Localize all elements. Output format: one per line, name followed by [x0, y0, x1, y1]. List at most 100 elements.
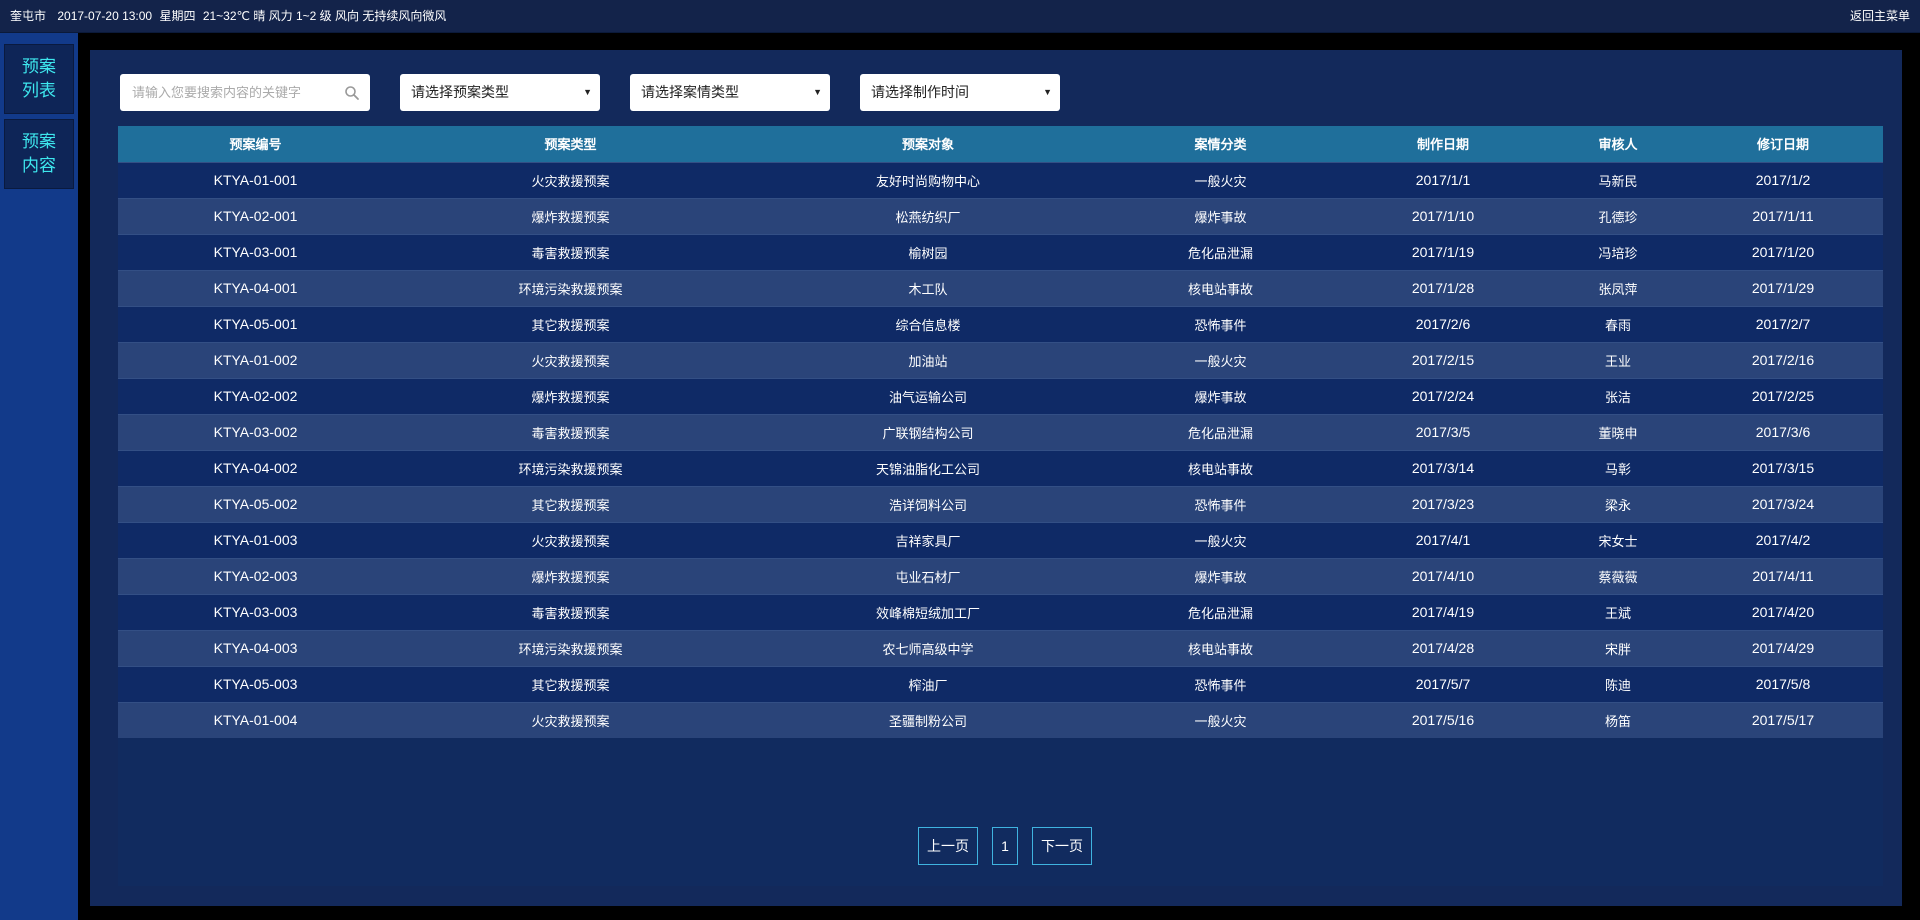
search-input[interactable]: [120, 74, 330, 111]
column-header: 预案编号: [229, 137, 282, 153]
table-cell: 杨笛: [1553, 701, 1683, 738]
table-cell: 2017/1/29: [1683, 269, 1883, 306]
table-cell: KTYA-01-002: [118, 341, 393, 378]
weekday: 星期四: [159, 9, 196, 23]
table-row[interactable]: KTYA-02-002 爆炸救援预案 油气运输公司 爆炸事故 2017/2/24 张洁 20…: [118, 377, 1883, 414]
table-cell: 2017/2/24: [1333, 377, 1553, 414]
city-name: 奎屯市: [10, 9, 47, 23]
table-cell: KTYA-03-003: [118, 593, 393, 630]
page-number-button[interactable]: 1: [992, 827, 1018, 865]
table-cell: 浩详饲料公司: [748, 485, 1108, 522]
table-cell: 董晓申: [1553, 413, 1683, 450]
column-header: 案情分类: [1194, 137, 1247, 153]
table-cell: 2017/5/8: [1683, 665, 1883, 702]
table-cell: 2017/5/17: [1683, 701, 1883, 738]
table-cell: KTYA-02-001: [118, 197, 393, 234]
sidebar-item-plan-content[interactable]: 预案内容: [4, 119, 74, 189]
table-row[interactable]: KTYA-03-001 毒害救援预案 榆树园 危化品泄漏 2017/1/19 冯培珍 201…: [118, 233, 1883, 270]
weather-text: 21~32℃ 晴 风力 1~2 级 风向 无持续风向微风: [202, 9, 447, 23]
table-cell: 一般火灾: [1108, 341, 1333, 378]
table-row[interactable]: KTYA-01-001 火灾救援预案 友好时尚购物中心 一般火灾 2017/1/1 马新民…: [118, 161, 1883, 198]
case-type-select[interactable]: 请选择案情类型 ▼: [630, 74, 830, 111]
table-cell: 恐怖事件: [1108, 305, 1333, 342]
table-row[interactable]: KTYA-04-001 环境污染救援预案 木工队 核电站事故 2017/1/28 张凤萍 2…: [118, 269, 1883, 306]
table-cell: 农七师高级中学: [748, 629, 1108, 666]
plan-table: 预案编号 预案类型 预案对象 案情分类 制作日期 审核人 修订日期 KTYA-01-001 火…: [118, 126, 1883, 738]
table-row[interactable]: KTYA-03-003 毒害救援预案 效峰棉短绒加工厂 危化品泄漏 2017/4/19 王…: [118, 593, 1883, 630]
dropdown-arrow-icon: ▼: [583, 87, 592, 97]
table-cell: 综合信息楼: [748, 305, 1108, 342]
table-cell: KTYA-01-003: [118, 521, 393, 558]
table-cell: 2017/4/1: [1333, 521, 1553, 558]
table-row[interactable]: KTYA-01-002 火灾救援预案 加油站 一般火灾 2017/2/15 王业 2017/…: [118, 341, 1883, 378]
table-cell: 其它救援预案: [393, 485, 748, 522]
table-cell: 2017/3/23: [1333, 485, 1553, 522]
make-time-value: 请选择制作时间: [871, 84, 969, 100]
table-cell: 圣疆制粉公司: [748, 701, 1108, 738]
table-cell: 2017/4/2: [1683, 521, 1883, 558]
dropdown-arrow-icon: ▼: [1043, 87, 1052, 97]
table-cell: 陈迪: [1553, 665, 1683, 702]
table-row[interactable]: KTYA-04-003 环境污染救援预案 农七师高级中学 核电站事故 2017/4/28…: [118, 629, 1883, 666]
table-cell: 爆炸事故: [1108, 557, 1333, 594]
table-cell: KTYA-01-004: [118, 701, 393, 738]
plan-type-select[interactable]: 请选择预案类型 ▼: [400, 74, 600, 111]
table-row[interactable]: KTYA-02-001 爆炸救援预案 松燕纺织厂 爆炸事故 2017/1/10 孔德珍 20…: [118, 197, 1883, 234]
table-cell: 核电站事故: [1108, 629, 1333, 666]
table-row[interactable]: KTYA-04-002 环境污染救援预案 天锦油脂化工公司 核电站事故 2017/3/1…: [118, 449, 1883, 486]
datetime: 2017-07-20 13:00: [57, 9, 153, 23]
table-cell: 核电站事故: [1108, 449, 1333, 486]
table-cell: 爆炸救援预案: [393, 197, 748, 234]
table-cell: 松燕纺织厂: [748, 197, 1108, 234]
table-cell: 2017/4/11: [1683, 557, 1883, 594]
search-icon[interactable]: [344, 85, 360, 101]
table-cell: 张洁: [1553, 377, 1683, 414]
table-row[interactable]: KTYA-05-001 其它救援预案 综合信息楼 恐怖事件 2017/2/6 春雨 2017…: [118, 305, 1883, 342]
table-cell: 加油站: [748, 341, 1108, 378]
table-cell: 火灾救援预案: [393, 521, 748, 558]
table-header-row: 预案编号 预案类型 预案对象 案情分类 制作日期 审核人 修订日期: [118, 126, 1883, 162]
table-cell: KTYA-05-003: [118, 665, 393, 702]
sidebar-item-plan-list[interactable]: 预案列表: [4, 44, 74, 114]
table-row[interactable]: KTYA-02-003 爆炸救援预案 屯业石材厂 爆炸事故 2017/4/10 蔡薇薇 20…: [118, 557, 1883, 594]
table-row[interactable]: KTYA-03-002 毒害救援预案 广联钢结构公司 危化品泄漏 2017/3/5 董晓申…: [118, 413, 1883, 450]
table-cell: 一般火灾: [1108, 161, 1333, 198]
table-cell: 环境污染救援预案: [393, 629, 748, 666]
table-row[interactable]: KTYA-01-004 火灾救援预案 圣疆制粉公司 一般火灾 2017/5/16 杨笛 20…: [118, 701, 1883, 738]
table-cell: 2017/5/7: [1333, 665, 1553, 702]
table-cell: 2017/5/16: [1333, 701, 1553, 738]
prev-page-button[interactable]: 上一页: [918, 827, 978, 865]
table-cell: 2017/3/5: [1333, 413, 1553, 450]
table-cell: 2017/4/19: [1333, 593, 1553, 630]
back-to-main-menu-link[interactable]: 返回主菜单: [1850, 0, 1910, 32]
table-cell: 张凤萍: [1553, 269, 1683, 306]
table-cell: 榨油厂: [748, 665, 1108, 702]
table-cell: 核电站事故: [1108, 269, 1333, 306]
table-cell: 2017/1/1: [1333, 161, 1553, 198]
make-time-select[interactable]: 请选择制作时间 ▼: [860, 74, 1060, 111]
table-cell: 广联钢结构公司: [748, 413, 1108, 450]
table-cell: 春雨: [1553, 305, 1683, 342]
table-cell: 火灾救援预案: [393, 701, 748, 738]
table-cell: 爆炸救援预案: [393, 377, 748, 414]
table-row[interactable]: KTYA-01-003 火灾救援预案 吉祥家具厂 一般火灾 2017/4/1 宋女士 201…: [118, 521, 1883, 558]
table-cell: 危化品泄漏: [1108, 233, 1333, 270]
next-page-button[interactable]: 下一页: [1032, 827, 1092, 865]
table-cell: 冯培珍: [1553, 233, 1683, 270]
table-cell: 爆炸事故: [1108, 377, 1333, 414]
table-cell: 2017/2/16: [1683, 341, 1883, 378]
table-row[interactable]: KTYA-05-002 其它救援预案 浩详饲料公司 恐怖事件 2017/3/23 梁永 20…: [118, 485, 1883, 522]
table-cell: 爆炸救援预案: [393, 557, 748, 594]
table-cell: 马彰: [1553, 449, 1683, 486]
table-cell: KTYA-04-002: [118, 449, 393, 486]
table-row[interactable]: KTYA-05-003 其它救援预案 榨油厂 恐怖事件 2017/5/7 陈迪 2017/5…: [118, 665, 1883, 702]
table-cell: KTYA-04-001: [118, 269, 393, 306]
table-cell: 天锦油脂化工公司: [748, 449, 1108, 486]
table-cell: 2017/1/2: [1683, 161, 1883, 198]
search-box: [120, 74, 370, 111]
table-cell: 2017/4/28: [1333, 629, 1553, 666]
table-cell: 恐怖事件: [1108, 485, 1333, 522]
table-cell: 木工队: [748, 269, 1108, 306]
table-cell: 2017/2/15: [1333, 341, 1553, 378]
table-cell: 一般火灾: [1108, 521, 1333, 558]
